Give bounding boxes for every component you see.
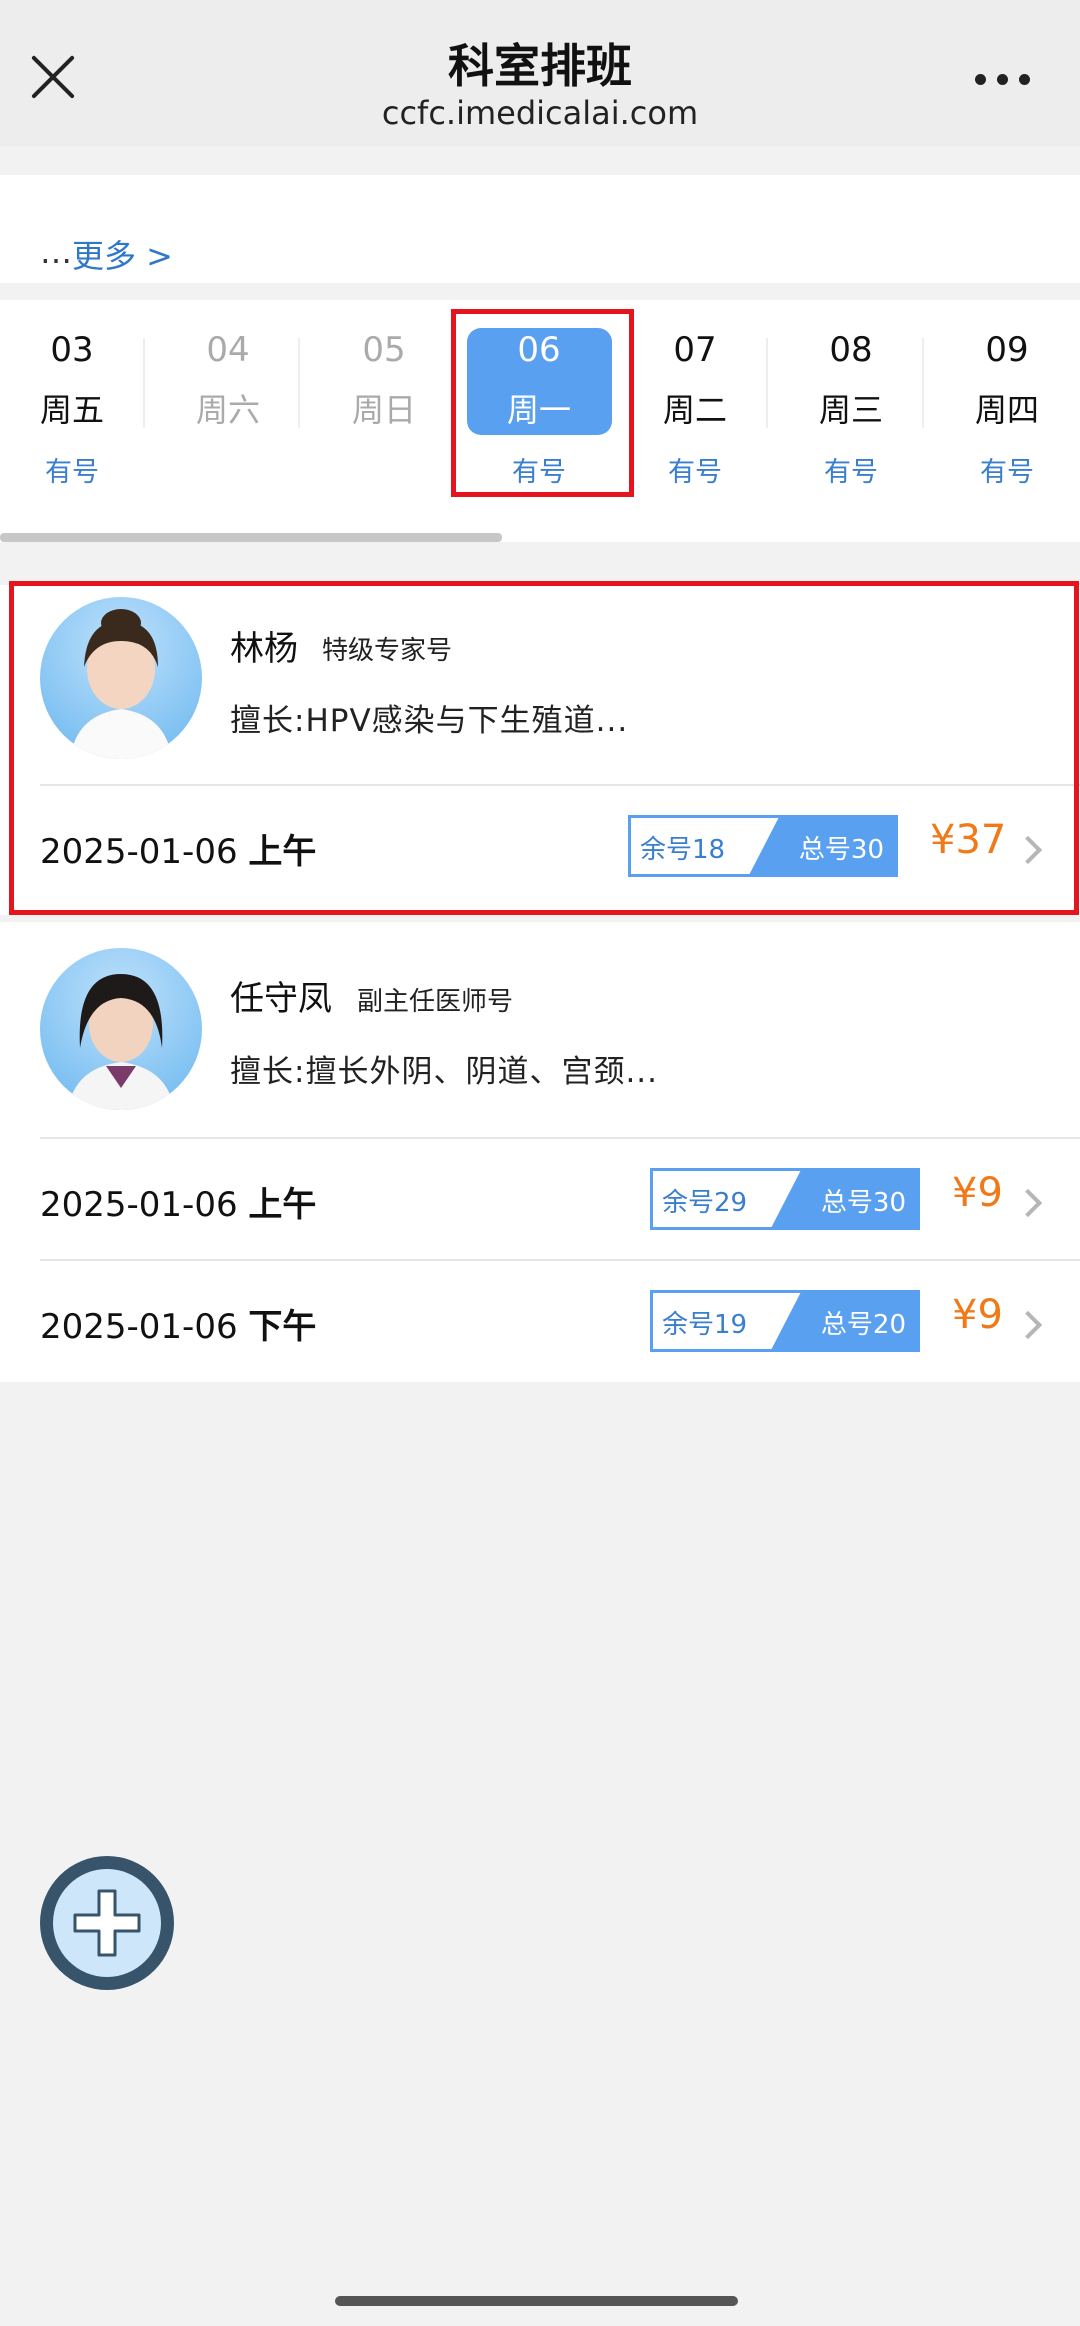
doctor-specialty: 擅长:擅长外阴、阴道、宫颈... bbox=[230, 1054, 659, 1090]
slot-availability-badge: 余号19 总号20 bbox=[650, 1290, 920, 1352]
date-status: 有号 bbox=[668, 457, 722, 488]
date-divider bbox=[143, 338, 145, 428]
date-day: 05 bbox=[362, 330, 406, 370]
doctor-name: 任守凤 bbox=[230, 979, 332, 1019]
slot-date: 2025-01-06 下午 bbox=[40, 1307, 317, 1347]
highlight-box-doctor bbox=[9, 581, 1079, 915]
date-weekday: 周四 bbox=[974, 391, 1039, 429]
doctor-card: 任守凤 副主任医师号 擅长:擅长外阴、阴道、宫颈... 2025-01-06 上… bbox=[0, 922, 1080, 1382]
highlight-box-date bbox=[451, 309, 634, 497]
more-ellipsis: … bbox=[40, 233, 72, 271]
chevron-right-icon bbox=[1013, 1188, 1043, 1218]
date-status: 有号 bbox=[980, 457, 1034, 488]
date-item-07[interactable]: 07 周二 有号 bbox=[620, 300, 770, 500]
date-divider bbox=[922, 338, 924, 428]
date-item-09[interactable]: 09 周四 有号 bbox=[932, 300, 1080, 500]
schedule-row[interactable]: 2025-01-06 下午 余号19 总号20 ¥9 bbox=[0, 1261, 1080, 1382]
date-weekday: 周五 bbox=[39, 391, 104, 429]
slot-period: 下午 bbox=[248, 1307, 317, 1347]
slot-period: 上午 bbox=[248, 1185, 317, 1225]
date-item-03[interactable]: 03 周五 有号 bbox=[0, 300, 147, 500]
doctor-avatar bbox=[40, 948, 202, 1110]
doctor-title: 副主任医师号 bbox=[357, 987, 514, 1017]
slot-date: 2025-01-06 上午 bbox=[40, 1185, 317, 1225]
slot-price: ¥9 bbox=[952, 1292, 1003, 1338]
date-day: 09 bbox=[985, 330, 1029, 370]
more-icon[interactable] bbox=[975, 74, 1031, 86]
date-day: 07 bbox=[673, 330, 717, 370]
more-link[interactable]: 更多 > bbox=[72, 231, 173, 277]
date-day: 08 bbox=[829, 330, 873, 370]
date-weekday: 周三 bbox=[818, 391, 883, 429]
chevron-right-icon bbox=[1013, 1310, 1043, 1340]
home-indicator[interactable] bbox=[335, 2296, 738, 2306]
date-divider bbox=[766, 338, 768, 428]
slot-remaining: 余号29 bbox=[662, 1188, 748, 1218]
slot-remaining: 余号19 bbox=[662, 1310, 748, 1340]
page-url: ccfc.imedicalai.com bbox=[381, 94, 699, 132]
date-status: 有号 bbox=[45, 457, 99, 488]
date-divider bbox=[298, 338, 300, 428]
date-status: 有号 bbox=[824, 457, 878, 488]
slot-total: 总号30 bbox=[820, 1188, 906, 1218]
schedule-row[interactable]: 2025-01-06 上午 余号29 总号30 ¥9 bbox=[0, 1139, 1080, 1259]
date-weekday: 周六 bbox=[195, 391, 260, 429]
slot-availability-badge: 余号29 总号30 bbox=[650, 1168, 920, 1230]
add-icon bbox=[53, 1869, 161, 1977]
slot-total: 总号20 bbox=[820, 1310, 906, 1340]
add-button[interactable] bbox=[40, 1856, 174, 1990]
date-item-05[interactable]: 05 周日 bbox=[309, 300, 459, 500]
date-item-04[interactable]: 04 周六 bbox=[153, 300, 303, 500]
slot-price: ¥9 bbox=[952, 1170, 1003, 1216]
page-title: 科室排班 bbox=[448, 39, 632, 93]
date-day: 03 bbox=[50, 330, 94, 370]
date-weekday: 周日 bbox=[351, 391, 416, 429]
date-item-08[interactable]: 08 周三 有号 bbox=[776, 300, 926, 500]
date-day: 04 bbox=[206, 330, 250, 370]
date-scrollbar[interactable] bbox=[0, 533, 502, 542]
date-weekday: 周二 bbox=[662, 391, 727, 429]
